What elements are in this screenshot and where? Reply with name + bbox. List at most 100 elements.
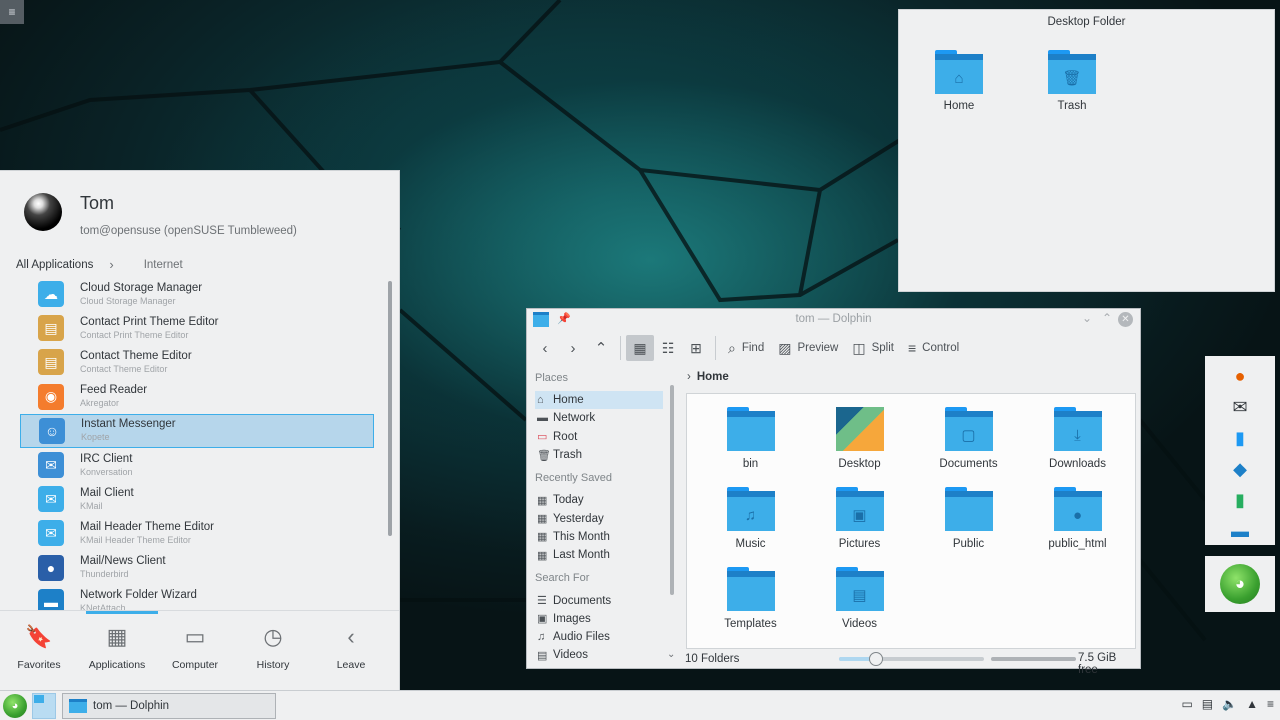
details-view-icon[interactable]: ⊞: [682, 335, 710, 361]
divider: [0, 610, 399, 611]
calc-icon[interactable]: ▮: [1228, 488, 1252, 512]
zoom-slider-handle[interactable]: [869, 652, 883, 666]
search-images[interactable]: ▣ Images: [535, 610, 665, 628]
task-dolphin[interactable]: tom — Dolphin: [62, 693, 276, 719]
display-icon[interactable]: ▭: [1181, 697, 1192, 711]
file-item[interactable]: ♫ Music: [696, 484, 805, 564]
split-button[interactable]: ◫ Split: [845, 335, 901, 361]
file-item[interactable]: ⤓ Downloads: [1023, 404, 1132, 484]
trash-icon: 🗑: [537, 449, 551, 462]
file-item[interactable]: Desktop: [805, 404, 914, 484]
desktop-item-trash[interactable]: 🗑 Trash: [1038, 50, 1106, 112]
breadcrumb-internet[interactable]: Internet: [144, 259, 183, 271]
tab-computer[interactable]: ▭ Computer: [156, 623, 234, 671]
file-item[interactable]: ▣ Pictures: [805, 484, 914, 564]
clipboard-icon[interactable]: ▤: [1202, 697, 1213, 711]
file-item[interactable]: ● public_html: [1023, 484, 1132, 564]
place-home[interactable]: ⌂ Home: [535, 391, 663, 410]
tab-history[interactable]: ◷ History: [234, 623, 312, 671]
recent-this-month[interactable]: ▦ This Month: [535, 528, 665, 546]
search-documents[interactable]: ☰ Documents: [535, 591, 665, 609]
firefox-icon[interactable]: ●: [1228, 364, 1252, 388]
file-name: Pictures: [838, 538, 881, 550]
desktop-item-home[interactable]: ⌂ Home: [925, 50, 993, 112]
recent-label: Today: [553, 494, 584, 507]
kopete-icon[interactable]: ◆: [1228, 457, 1252, 481]
side-panel: ● ✉ ▮ ◆ ▮ ▬: [1205, 356, 1275, 545]
back-icon[interactable]: ‹: [531, 335, 559, 361]
file-name: public_html: [1048, 538, 1107, 550]
place-network[interactable]: ▬ Network: [535, 409, 665, 427]
control-button[interactable]: ≡ Control: [901, 335, 966, 361]
search-audio-files[interactable]: ♫ Audio Files: [535, 628, 665, 646]
zoom-slider[interactable]: [839, 652, 984, 666]
expand-tray-icon[interactable]: ▲: [1246, 697, 1258, 711]
minimize-icon[interactable]: ⌄: [1082, 311, 1092, 325]
file-item[interactable]: ▢ Documents: [914, 404, 1023, 484]
app-item[interactable]: ▤ Contact Print Theme Editor Contact Print…: [20, 311, 374, 345]
file-name: Documents: [939, 458, 998, 470]
chevron-down-icon[interactable]: ⌄: [667, 649, 675, 660]
avatar[interactable]: [24, 193, 62, 231]
app-item[interactable]: ✉ Mail Header Theme Editor KMail Header Th…: [20, 516, 374, 550]
desktop-toolbox-button[interactable]: ≡: [0, 0, 24, 24]
recent-yesterday[interactable]: ▦ Yesterday: [535, 509, 665, 527]
app-item[interactable]: ☺ Instant Messenger Kopete: [20, 413, 374, 448]
chevron-right-icon: ›: [109, 257, 114, 272]
app-name: Mail Client: [80, 486, 134, 499]
calendar-icon: ▦: [537, 513, 548, 526]
search-videos[interactable]: ▤ Videos: [535, 646, 665, 664]
split-view-icon: ◫: [852, 339, 866, 356]
app-item[interactable]: ▤ Contact Theme Editor Contact Theme Edito…: [20, 345, 374, 379]
place-trash[interactable]: 🗑 Trash: [535, 446, 665, 464]
compact-view-icon[interactable]: ☷: [654, 335, 682, 361]
up-icon[interactable]: ⌃: [587, 335, 615, 361]
breadcrumb-all-applications[interactable]: All Applications: [16, 259, 93, 271]
file-item[interactable]: ▤ Videos: [805, 564, 914, 644]
app-item[interactable]: ● Mail/News Client Thunderbird: [20, 551, 374, 585]
writer-icon[interactable]: ▮: [1228, 426, 1252, 450]
maximize-icon[interactable]: ⌃: [1102, 311, 1112, 325]
app-name: Mail Header Theme Editor: [80, 520, 215, 533]
place-root[interactable]: ▭ Root: [535, 428, 665, 446]
opensuse-widget[interactable]: ◕: [1205, 556, 1275, 612]
user-subtitle: tom@opensuse (openSUSE Tumbleweed): [80, 225, 297, 237]
close-icon[interactable]: ✕: [1118, 312, 1133, 327]
image-icon: ▣: [537, 613, 548, 626]
app-item[interactable]: ✉ IRC Client Konversation: [20, 448, 374, 482]
app-item[interactable]: ✉ Mail Client KMail: [20, 482, 374, 516]
image-icon: ▨: [778, 339, 792, 356]
launcher-button[interactable]: ◕: [3, 694, 27, 718]
place-label: Root: [553, 430, 578, 443]
file-item[interactable]: Templates: [696, 564, 805, 644]
tab-favorites[interactable]: 🔖 Favorites: [0, 623, 78, 671]
search-icon: ⌕: [728, 339, 736, 356]
volume-icon[interactable]: 🔈: [1222, 697, 1237, 711]
places-scrollbar[interactable]: [670, 385, 674, 595]
file-item[interactable]: bin: [696, 404, 805, 484]
file-name: Music: [735, 538, 766, 550]
file-item[interactable]: Public: [914, 484, 1023, 564]
app-item[interactable]: ▬ Network Folder Wizard KNetAttach: [20, 585, 374, 611]
leave-icon: ‹: [347, 624, 355, 649]
forward-icon[interactable]: ›: [559, 335, 587, 361]
tray-menu-icon[interactable]: ≡: [1267, 697, 1274, 711]
icons-view-icon[interactable]: ▦: [626, 335, 654, 361]
find-button[interactable]: ⌕ Find: [721, 335, 771, 361]
app-item[interactable]: ◉ Feed Reader Akregator: [20, 380, 374, 414]
app-name: Mail/News Client: [80, 555, 166, 568]
place-label: Network: [553, 412, 596, 425]
title-bar[interactable]: 📌 tom — Dolphin ⌄ ⌃ ✕: [527, 309, 1140, 331]
preview-button[interactable]: ▨ Preview: [771, 335, 845, 361]
mail-icon[interactable]: ✉: [1228, 395, 1252, 419]
list-scrollbar[interactable]: [388, 281, 392, 536]
app-item[interactable]: ☁ Cloud Storage Manager Cloud Storage Mana…: [20, 277, 374, 311]
chat-icon: ☺: [39, 417, 65, 444]
recent-today[interactable]: ▦ Today: [535, 491, 665, 509]
location-breadcrumb[interactable]: › Home: [687, 371, 729, 383]
desktop-pager[interactable]: [32, 693, 56, 719]
dolphin-icon[interactable]: ▬: [1228, 519, 1252, 543]
tab-leave[interactable]: ‹ Leave: [312, 623, 390, 671]
tab-applications[interactable]: ▦ Applications: [78, 623, 156, 671]
recent-last-month[interactable]: ▦ Last Month: [535, 546, 665, 564]
